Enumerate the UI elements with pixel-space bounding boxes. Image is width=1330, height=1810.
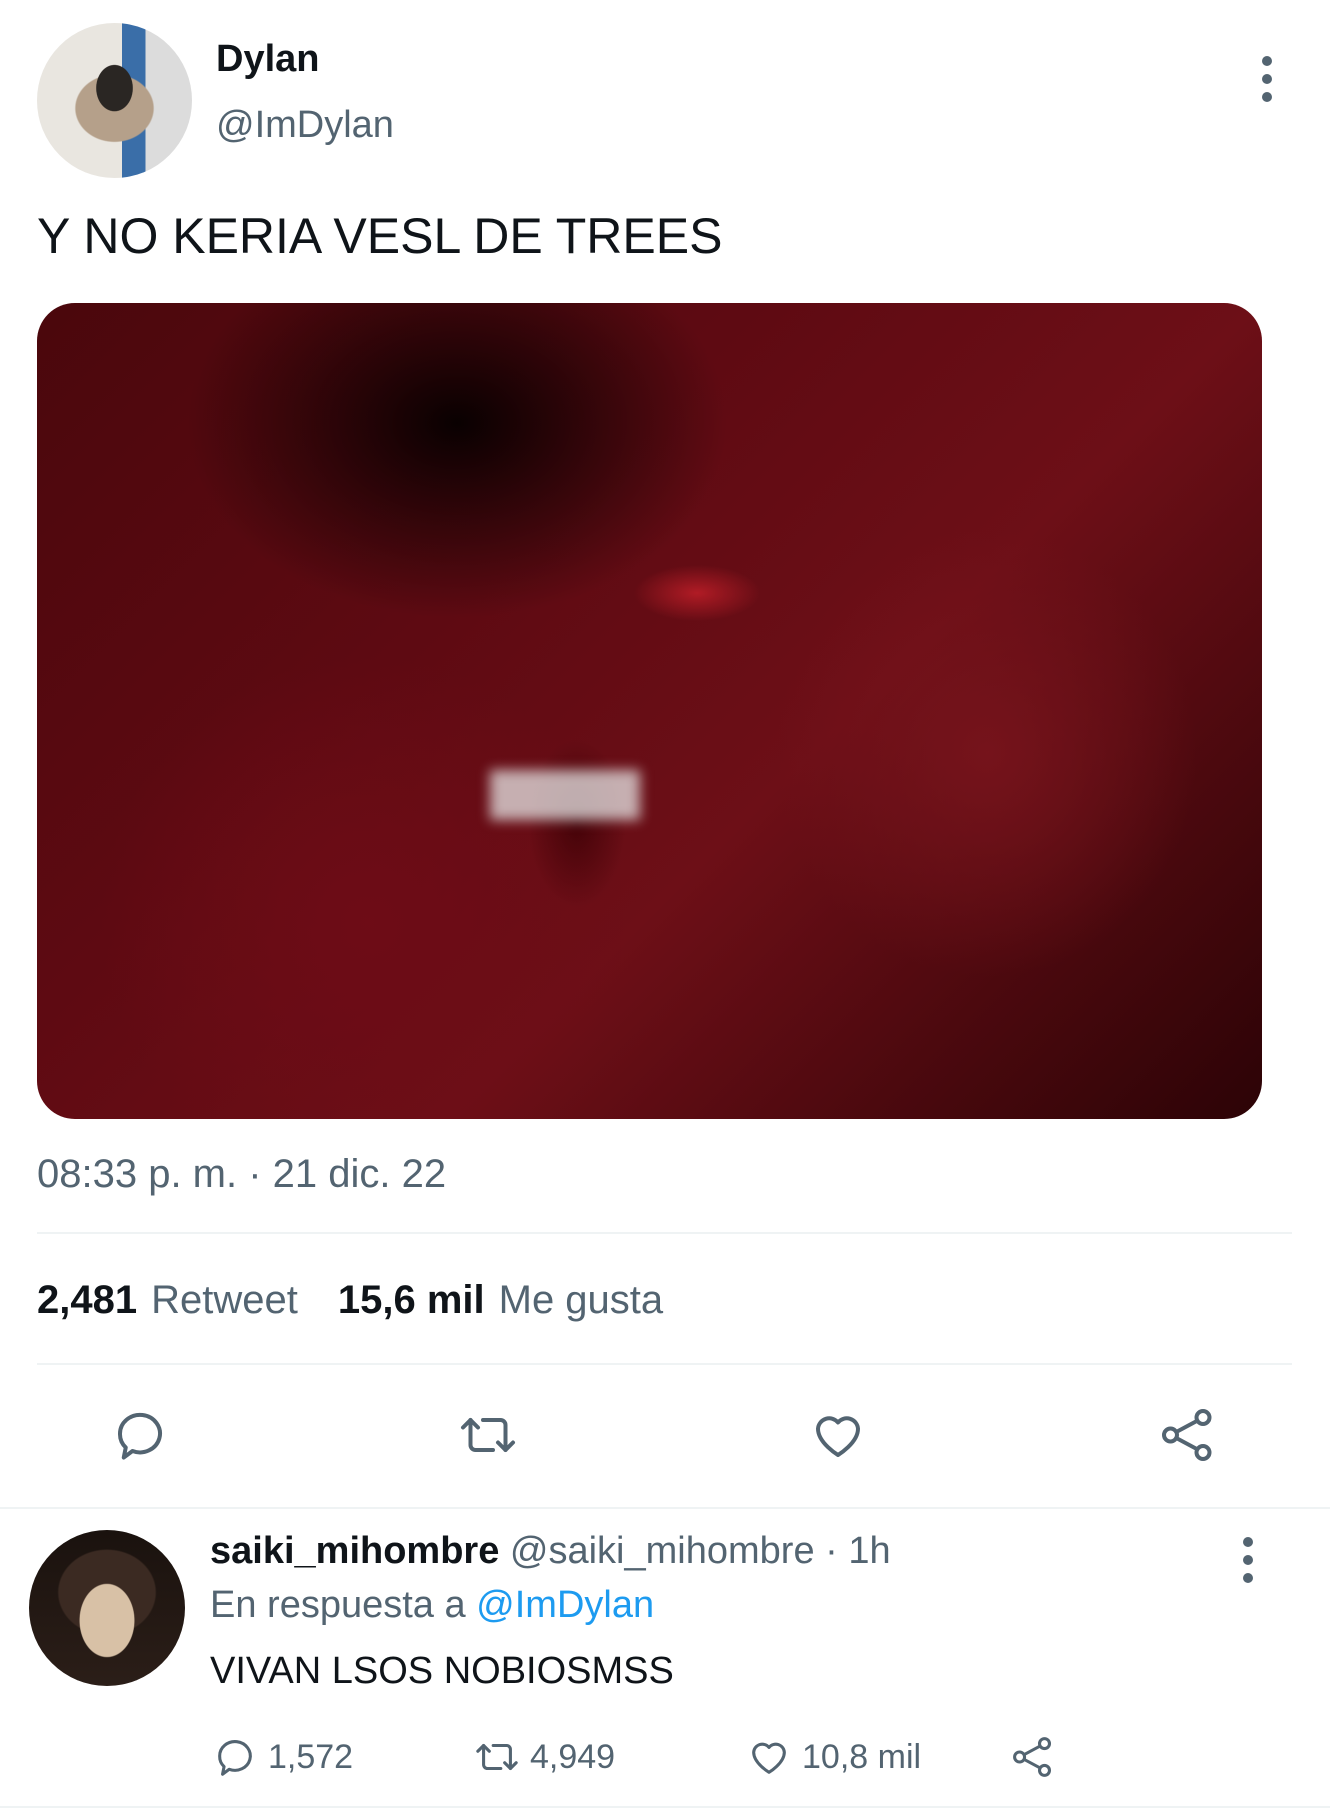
share-nodes-icon bbox=[1162, 1409, 1212, 1461]
heart-icon bbox=[816, 1416, 860, 1457]
reply-time[interactable]: · 1h bbox=[825, 1530, 890, 1572]
section-divider bbox=[0, 1507, 1330, 1509]
reply-header: saiki_mihombre @saiki_mihombre · 1h bbox=[210, 1530, 891, 1573]
divider bbox=[37, 1363, 1292, 1365]
more-options-icon[interactable] bbox=[1261, 56, 1273, 102]
retweet-arrows-icon bbox=[461, 1418, 515, 1452]
reply-like-button[interactable]: 10,8 mil bbox=[746, 1734, 921, 1780]
reply-author-name[interactable]: saiki_mihombre bbox=[210, 1530, 499, 1572]
speech-bubble-icon bbox=[117, 1412, 162, 1460]
reply-author-handle[interactable]: @saiki_mihombre bbox=[510, 1530, 815, 1572]
reply-share-button[interactable] bbox=[1010, 1734, 1056, 1780]
like-label[interactable]: Me gusta bbox=[499, 1278, 664, 1323]
speech-bubble-icon bbox=[218, 1740, 252, 1776]
divider bbox=[37, 1232, 1292, 1234]
share-nodes-icon bbox=[1013, 1737, 1052, 1777]
in-reply-prefix: En respuesta a bbox=[210, 1584, 466, 1626]
retweet-arrows-icon bbox=[476, 1743, 518, 1771]
tweet-stats: 2,481 Retweet 15,6 mil Me gusta bbox=[37, 1278, 663, 1323]
reply-like-count: 10,8 mil bbox=[802, 1737, 922, 1776]
section-divider bbox=[0, 1806, 1330, 1808]
reply-retweet-count: 4,949 bbox=[530, 1737, 616, 1776]
tweet-media-image[interactable] bbox=[37, 303, 1262, 1119]
like-count[interactable]: 15,6 mil bbox=[338, 1278, 485, 1323]
retweet-count[interactable]: 2,481 bbox=[37, 1278, 137, 1323]
heart-icon bbox=[752, 1742, 786, 1774]
reply-text: VIVAN LSOS NOBIOSMSS bbox=[210, 1650, 674, 1692]
tweet-timestamp[interactable]: 08:33 p. m. · 21 dic. 22 bbox=[37, 1152, 446, 1197]
reply-reply-count: 1,572 bbox=[268, 1737, 354, 1776]
like-button[interactable] bbox=[808, 1405, 868, 1470]
retweet-button[interactable] bbox=[458, 1405, 518, 1470]
tweet-text: Y NO KERIA VESL DE TREES bbox=[37, 208, 723, 264]
reply-retweet-button[interactable]: 4,949 bbox=[474, 1734, 615, 1780]
reply-more-options-icon[interactable] bbox=[1242, 1537, 1254, 1583]
reply-button[interactable] bbox=[110, 1405, 170, 1470]
media-light-glare bbox=[490, 770, 640, 820]
reply-reply-button[interactable]: 1,572 bbox=[212, 1734, 353, 1780]
in-reply-mention-link[interactable]: @ImDylan bbox=[476, 1584, 654, 1626]
share-button[interactable] bbox=[1158, 1405, 1218, 1470]
in-reply-to: En respuesta a @ImDylan bbox=[210, 1584, 654, 1627]
author-name[interactable]: Dylan bbox=[216, 38, 319, 81]
retweet-label[interactable]: Retweet bbox=[151, 1278, 298, 1323]
author-avatar[interactable] bbox=[37, 23, 192, 178]
reply-author-avatar[interactable] bbox=[29, 1530, 185, 1686]
author-handle[interactable]: @ImDylan bbox=[216, 104, 394, 147]
